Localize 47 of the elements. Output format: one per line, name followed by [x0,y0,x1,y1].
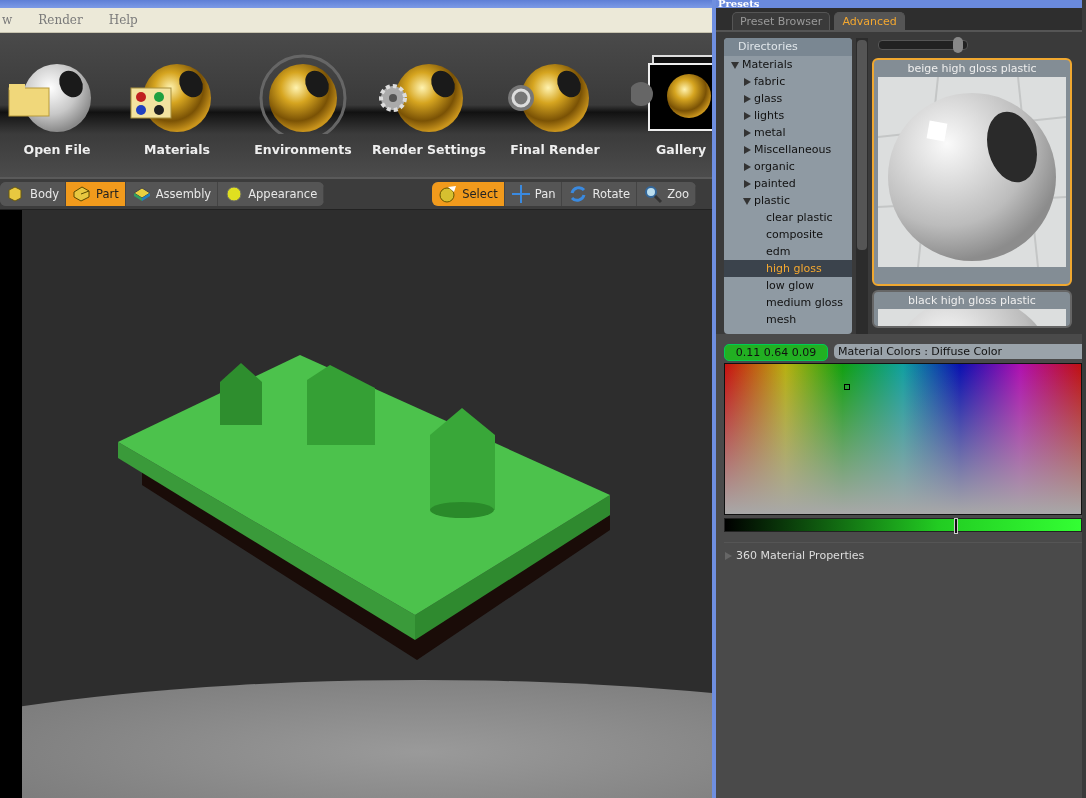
menu-item[interactable]: Help [106,12,140,27]
slider-thumb[interactable] [953,37,964,53]
tree-item[interactable]: painted [724,175,852,192]
expanded-icon[interactable] [743,196,751,205]
tree-item[interactable]: composite [724,226,852,243]
color-title: Material Colors : Diffuse Color [834,344,1082,359]
menu-item[interactable]: w [0,12,15,27]
tree-item[interactable]: glass [724,90,852,107]
select-icon [438,184,459,205]
sphere-icon [224,184,245,205]
tab[interactable]: Advanced [834,12,905,30]
tree-item[interactable]: lights [724,107,852,124]
brightness-slider[interactable] [724,518,1082,532]
toolbar-button[interactable]: Environments [240,53,366,178]
toolbar-button[interactable]: Materials [114,53,240,178]
section-header[interactable]: 360 Material Properties [736,549,865,562]
tree-item[interactable]: medium gloss [724,294,852,311]
slider-thumb[interactable] [954,518,959,534]
color-value: 0.11 0.64 0.09 [724,344,828,361]
tree-item[interactable]: clear plastic [724,209,852,226]
tree-item[interactable]: edm [724,243,852,260]
expanded-icon[interactable] [731,60,739,69]
color-spectrum[interactable] [724,363,1082,515]
tree-item[interactable]: mesh [724,311,852,328]
list-header: Directories [724,38,852,56]
tree-item[interactable]: metal [724,124,852,141]
mode-button[interactable]: Body [0,182,67,207]
tree-item[interactable]: Materials [724,56,852,73]
tool-button[interactable]: Select [432,182,505,207]
menu-item[interactable]: Render [36,12,85,27]
tab[interactable]: Preset Browser [732,12,831,30]
tree-item[interactable]: fabric [724,73,852,90]
toolbar-button[interactable]: Final Render [492,53,618,178]
search-icon [643,184,664,205]
tree-item[interactable]: plastic [724,192,852,209]
toolbar-button[interactable]: Render Settings [366,53,492,178]
color-marker [844,384,850,390]
scrollbar[interactable] [856,38,868,334]
toolbar-button[interactable]: Open File [0,53,114,178]
tree-item[interactable]: low glow [724,277,852,294]
slider[interactable] [878,40,968,50]
mode-button[interactable]: Part [66,182,126,207]
tree-item[interactable]: organic [724,158,852,175]
panel-title: Presets [716,0,1082,8]
tree-item[interactable]: high gloss [724,260,852,277]
move-icon [510,184,531,205]
tree-item[interactable]: Miscellaneous [724,141,852,158]
